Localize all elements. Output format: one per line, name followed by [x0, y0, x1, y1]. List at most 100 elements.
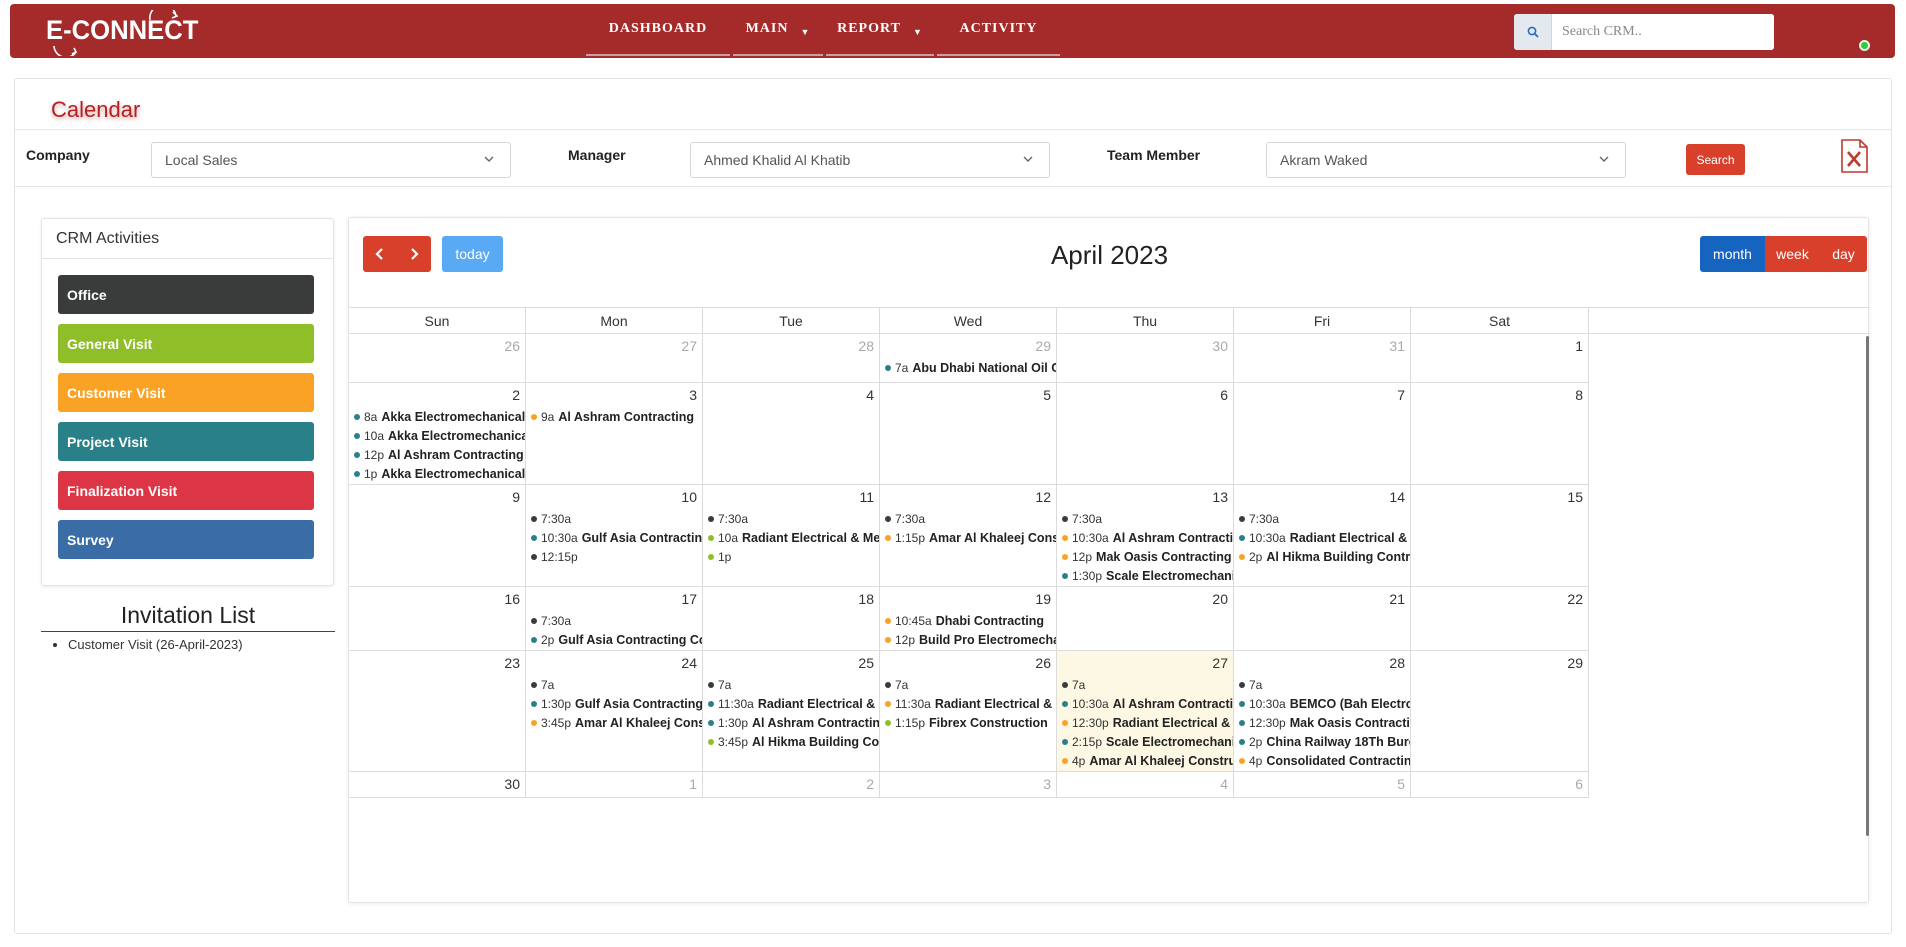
day-cell[interactable]: 247a1:30pGulf Asia Contracting Co Llc3:4… [526, 651, 703, 772]
day-number[interactable]: 21 [1389, 591, 1405, 607]
day-cell[interactable]: 31 [1234, 334, 1411, 383]
calendar-event[interactable]: 10:30aAl Ashram Contracting [1062, 529, 1233, 547]
day-cell[interactable]: 13 7:30a10:30aAl Ashram Contracting12pMak… [1057, 485, 1234, 587]
day-number[interactable]: 29 [1567, 655, 1583, 671]
activity-survey[interactable]: Survey [58, 520, 314, 559]
day-cell[interactable]: 22 [1411, 587, 1589, 651]
day-number[interactable]: 29 [1035, 338, 1051, 354]
activity-office[interactable]: Office [58, 275, 314, 314]
search-input[interactable] [1552, 14, 1774, 50]
day-number[interactable]: 27 [681, 338, 697, 354]
calendar-event[interactable]: 4pConsolidated Contracting Company [1239, 752, 1410, 770]
day-number[interactable]: 31 [1389, 338, 1405, 354]
calendar-event[interactable]: 7:30a [531, 612, 575, 630]
day-cell[interactable]: 9 [349, 485, 526, 587]
calendar-event[interactable]: 7:30a [708, 510, 752, 528]
calendar-event[interactable]: 7a [1239, 676, 1266, 694]
day-number[interactable]: 30 [504, 776, 520, 792]
day-cell[interactable]: 6 [1411, 772, 1589, 798]
invitation-item[interactable]: Customer Visit (26-April-2023) [68, 637, 243, 652]
day-number[interactable]: 11 [859, 489, 874, 505]
view-month-button[interactable]: month [1700, 236, 1765, 272]
team-member-select[interactable]: Akram Waked [1266, 142, 1626, 178]
day-cell[interactable]: 6 [1057, 383, 1234, 485]
nav-main[interactable]: MAIN ▼ [733, 4, 823, 56]
nav-dashboard[interactable]: DASHBOARD [586, 4, 730, 56]
day-number[interactable]: 14 [1389, 489, 1405, 505]
calendar-event[interactable]: 7:30a [1062, 510, 1106, 528]
calendar-event[interactable]: 7a [885, 676, 912, 694]
search-button[interactable]: Search [1686, 144, 1745, 175]
company-select[interactable]: Local Sales [151, 142, 511, 178]
day-number[interactable]: 19 [1035, 591, 1051, 607]
day-number[interactable]: 5 [1043, 387, 1051, 403]
day-cell[interactable]: 20 [1057, 587, 1234, 651]
nav-report[interactable]: REPORT ▼ [826, 4, 934, 56]
day-cell[interactable]: 27 [526, 334, 703, 383]
day-number[interactable]: 28 [1389, 655, 1405, 671]
calendar-event[interactable]: 10:30aAl Ashram Contracting [1062, 695, 1233, 713]
day-cell[interactable]: 3 9a Al Ashram Contracting [526, 383, 703, 485]
calendar-event[interactable]: 1:15p Fibrex Construction [885, 714, 1048, 732]
prev-month-button[interactable] [363, 236, 397, 272]
day-number[interactable]: 25 [858, 655, 874, 671]
day-number[interactable]: 4 [866, 387, 874, 403]
calendar-event[interactable]: 1:30pGulf Asia Contracting Co Llc [531, 695, 702, 713]
calendar-event[interactable]: 1:30p Al Ashram Contracting [708, 714, 879, 732]
day-cell[interactable]: 26 7a 11:30aRadiant Electrical & Mechanica… [880, 651, 1057, 772]
today-button[interactable]: today [442, 236, 503, 272]
calendar-event[interactable]: 3:45pAl Hikma Building Contracting [708, 733, 879, 751]
day-cell[interactable]: 1 [526, 772, 703, 798]
calendar-event[interactable]: 2pGulf Asia Contracting Co Llc [531, 631, 702, 649]
day-number[interactable]: 1 [1575, 338, 1583, 354]
day-number[interactable]: 30 [1212, 338, 1228, 354]
day-number[interactable]: 23 [504, 655, 520, 671]
excel-export-icon[interactable] [1839, 139, 1869, 173]
day-cell[interactable]: 11 7:30a 10aRadiant Electrical & Mechanica… [703, 485, 880, 587]
day-cell[interactable]: 28 7a 10:30aBEMCO (Bah Electro-Mechanical)… [1234, 651, 1411, 772]
day-cell[interactable]: 29 7aAbu Dhabi National Oil Company [880, 334, 1057, 383]
day-number[interactable]: 26 [504, 338, 520, 354]
day-cell[interactable]: 10 7:30a 10:30aGulf Asia Contracting Co Ll… [526, 485, 703, 587]
day-cell[interactable]: 8 [1411, 383, 1589, 485]
calendar-event[interactable]: 12:30pRadiant Electrical & Mechanical [1062, 714, 1233, 732]
calendar-event[interactable]: 2pAl Hikma Building Contracting LLC [1239, 548, 1410, 566]
day-number[interactable]: 28 [858, 338, 874, 354]
calendar-event[interactable]: 7:30a [1239, 510, 1283, 528]
calendar-event[interactable]: 12:15p [531, 548, 582, 566]
calendar-event[interactable]: 12pMak Oasis Contracting L.L.C. [1062, 548, 1233, 566]
calendar-event[interactable]: 7:30a [885, 510, 929, 528]
day-number[interactable]: 16 [504, 591, 520, 607]
calendar-event[interactable]: 4pAmar Al Khaleej Construction LLC [1062, 752, 1233, 770]
day-number[interactable]: 18 [858, 591, 874, 607]
day-cell[interactable]: 7 [1234, 383, 1411, 485]
calendar-event[interactable]: 10:30aGulf Asia Contracting Co Llc [531, 529, 702, 547]
day-number[interactable]: 24 [681, 655, 697, 671]
day-cell[interactable]: 29 [1411, 651, 1589, 772]
day-cell[interactable]: 5 [880, 383, 1057, 485]
day-number[interactable]: 22 [1567, 591, 1583, 607]
day-number[interactable]: 3 [689, 387, 697, 403]
day-number[interactable]: 2 [866, 776, 874, 792]
calendar-event[interactable]: 2pChina Railway 18Th Bureau Group [1239, 733, 1410, 751]
calendar-event[interactable]: 12:30pMak Oasis Contracting L.L.C. [1239, 714, 1410, 732]
day-cell[interactable]: 21 [1234, 587, 1411, 651]
calendar-event[interactable]: 1p [708, 548, 735, 566]
calendar-event[interactable]: 10aRadiant Electrical & Mechanical [708, 529, 879, 547]
calendar-event[interactable]: 7:30a [531, 510, 575, 528]
day-cell[interactable]: 4 [703, 383, 880, 485]
day-number[interactable]: 4 [1220, 776, 1228, 792]
day-cell-today[interactable]: 277a10:30aAl Ashram Contracting12:30pRad… [1057, 651, 1234, 772]
day-cell[interactable]: 14 7:30a 10:30aRadiant Electrical & Mechan… [1234, 485, 1411, 587]
calendar-event[interactable]: 1:15pAmar Al Khaleej Construction [885, 529, 1056, 547]
activity-project-visit[interactable]: Project Visit [58, 422, 314, 461]
calendar-event[interactable]: 10aAkka Electromechanical Contracting [354, 427, 525, 445]
calendar-event[interactable]: 12pBuild Pro Electromechanical [885, 631, 1056, 649]
day-number[interactable]: 6 [1220, 387, 1228, 403]
manager-select[interactable]: Ahmed Khalid Al Khatib [690, 142, 1050, 178]
day-cell[interactable]: 1 [1411, 334, 1589, 383]
day-number[interactable]: 13 [1212, 489, 1228, 505]
day-cell[interactable]: 2 [703, 772, 880, 798]
calendar-event[interactable]: 8aAkka Electromechanical Contracting [354, 408, 525, 426]
day-cell[interactable]: 28 [703, 334, 880, 383]
